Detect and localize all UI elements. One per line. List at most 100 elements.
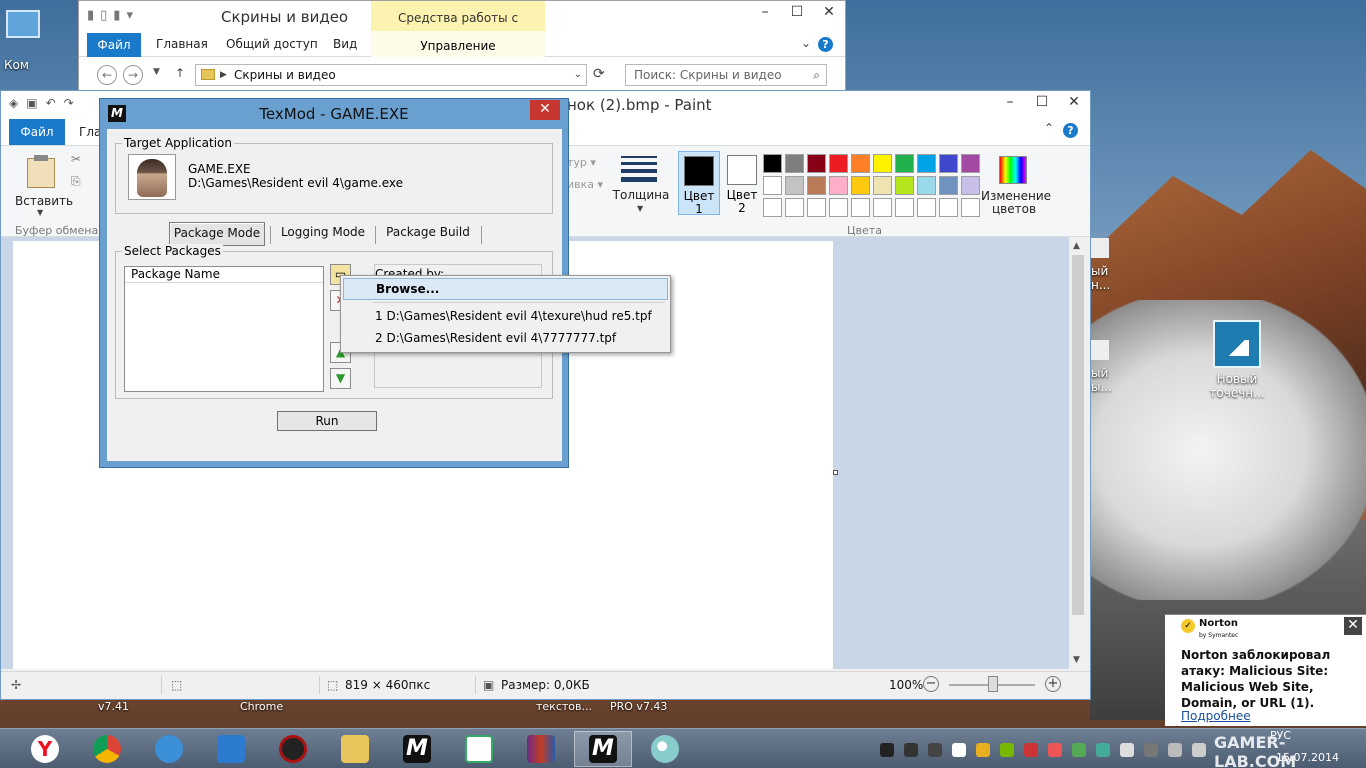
close-icon[interactable]: ✕ xyxy=(1344,617,1362,635)
color1-button[interactable]: Цвет 1 xyxy=(678,151,720,216)
chevron-down-icon[interactable]: ▼ xyxy=(37,208,43,217)
paste-button[interactable]: Вставить xyxy=(15,194,73,208)
taskbar-chrome[interactable] xyxy=(78,731,136,767)
forward-button[interactable]: → xyxy=(123,65,143,85)
palette-swatch[interactable] xyxy=(917,154,936,173)
palette-swatch[interactable] xyxy=(785,154,804,173)
desktop-icon-partial-2[interactable]: ый ы... xyxy=(1091,340,1112,394)
palette-swatch[interactable] xyxy=(873,198,892,217)
tab-view[interactable]: Вид xyxy=(333,37,357,51)
help-icon[interactable]: ? xyxy=(1063,123,1078,138)
palette-swatch[interactable] xyxy=(939,176,958,195)
stroke-width-icon[interactable] xyxy=(621,156,657,182)
tab-file[interactable]: Файл xyxy=(87,33,141,57)
taskbar-game[interactable] xyxy=(264,731,322,767)
palette-swatch[interactable] xyxy=(807,198,826,217)
maximize-button[interactable]: ☐ xyxy=(781,1,813,25)
package-name-header[interactable]: Package Name xyxy=(125,267,323,283)
palette-swatch[interactable] xyxy=(829,198,848,217)
menu-item-browse[interactable]: Browse... xyxy=(343,278,668,300)
tray-app-icon[interactable] xyxy=(880,743,894,757)
tab-file[interactable]: Файл xyxy=(9,119,65,145)
close-button[interactable]: ✕ xyxy=(1058,91,1090,115)
search-input[interactable]: Поиск: Скрины и видео ⌕ xyxy=(625,64,827,86)
taskbar-volume-app[interactable] xyxy=(140,731,198,767)
zoom-out-button[interactable]: − xyxy=(923,676,939,692)
stroke-width-button[interactable]: Толщина xyxy=(609,188,673,202)
network-icon[interactable] xyxy=(1168,743,1182,757)
palette-swatch[interactable] xyxy=(807,176,826,195)
taskbar-yandex[interactable]: Y xyxy=(16,731,74,767)
palette-swatch[interactable] xyxy=(939,198,958,217)
desktop-icon-partial-1[interactable]: ый н... xyxy=(1091,238,1110,292)
tray-app-icon[interactable] xyxy=(1024,743,1038,757)
palette-swatch[interactable] xyxy=(763,198,782,217)
close-button[interactable]: ✕ xyxy=(530,100,560,120)
chevron-down-icon[interactable]: ⌄ xyxy=(801,36,811,50)
help-icon[interactable]: ? xyxy=(818,37,833,52)
breadcrumb-arrow-icon[interactable]: ▶ xyxy=(220,65,227,85)
tab-share[interactable]: Общий доступ xyxy=(226,37,318,51)
palette-swatch[interactable] xyxy=(829,154,848,173)
palette-swatch[interactable] xyxy=(939,154,958,173)
palette-swatch[interactable] xyxy=(851,198,870,217)
recent-locations-dropdown[interactable]: ▼ xyxy=(153,67,160,77)
scroll-down-icon[interactable]: ▼ xyxy=(1073,655,1080,665)
taskbar-explorer[interactable] xyxy=(326,731,384,767)
outline-button[interactable]: тур ▾ xyxy=(567,156,596,169)
tray-app-icon[interactable] xyxy=(1072,743,1086,757)
game-avatar-icon[interactable] xyxy=(128,154,176,200)
package-list[interactable]: Package Name xyxy=(124,266,324,392)
palette-swatch[interactable] xyxy=(763,154,782,173)
refresh-icon[interactable]: ⟳ xyxy=(593,66,605,82)
color2-button[interactable]: Цвет 2 xyxy=(721,151,763,215)
palette-swatch[interactable] xyxy=(829,176,848,195)
taskbar-texmod[interactable]: M xyxy=(388,731,446,767)
tray-app-icon[interactable] xyxy=(1048,743,1062,757)
taskbar-mail[interactable] xyxy=(202,731,260,767)
close-button[interactable]: ✕ xyxy=(813,1,845,25)
tray-app-icon[interactable] xyxy=(904,743,918,757)
maximize-button[interactable]: ☐ xyxy=(1026,91,1058,115)
palette-swatch[interactable] xyxy=(961,154,980,173)
flag-icon[interactable] xyxy=(1120,743,1134,757)
address-input[interactable]: ▶ Скрины и видео ⌄ xyxy=(195,64,587,86)
tab-package-mode[interactable]: Package Mode xyxy=(169,222,265,246)
palette-swatch[interactable] xyxy=(895,154,914,173)
back-button[interactable]: ← xyxy=(97,65,117,85)
taskbar-texmod-active[interactable]: M xyxy=(574,731,632,767)
palette-swatch[interactable] xyxy=(785,176,804,195)
scroll-up-icon[interactable]: ▲ xyxy=(1073,241,1080,251)
tab-package-build[interactable]: Package Build xyxy=(378,222,478,246)
scrollbar-thumb[interactable] xyxy=(1072,255,1084,615)
paste-icon[interactable] xyxy=(27,155,55,188)
chevron-down-icon[interactable]: ⌄ xyxy=(574,65,582,85)
palette-swatch[interactable] xyxy=(873,176,892,195)
tab-manage[interactable]: Управление xyxy=(371,31,545,57)
palette-swatch[interactable] xyxy=(917,176,936,195)
edit-colors-icon[interactable] xyxy=(999,156,1027,184)
quick-access-toolbar-icons[interactable]: ▮▯▮▾ xyxy=(87,8,139,23)
vertical-scrollbar[interactable]: ▲ ▼ xyxy=(1069,237,1087,669)
search-icon[interactable]: ⌕ xyxy=(813,65,820,85)
tray-app-icon[interactable] xyxy=(1096,743,1110,757)
zoom-slider-thumb[interactable] xyxy=(988,676,998,692)
tray-app-icon[interactable] xyxy=(928,743,942,757)
tray-shield-icon[interactable] xyxy=(976,743,990,757)
cut-icon[interactable]: ✂ xyxy=(71,152,81,166)
palette-swatch[interactable] xyxy=(851,176,870,195)
fill-button[interactable]: ивка ▾ xyxy=(567,178,603,191)
copy-icon[interactable]: ⎘ xyxy=(71,174,81,189)
palette-swatch[interactable] xyxy=(961,198,980,217)
collapse-ribbon-icon[interactable]: ⌃ xyxy=(1044,121,1054,135)
zoom-in-button[interactable]: + xyxy=(1045,676,1061,692)
minimize-button[interactable]: – xyxy=(994,91,1026,115)
menu-item-recent-2[interactable]: 2 D:\Games\Resident evil 4\7777777.tpf xyxy=(343,328,668,350)
taskbar-paint[interactable] xyxy=(636,731,694,767)
chevron-down-icon[interactable]: ▼ xyxy=(637,204,643,213)
up-arrow-icon[interactable]: ↑ xyxy=(175,66,185,80)
volume-icon[interactable] xyxy=(1192,743,1206,757)
desktop-icon-computer[interactable]: Ком xyxy=(4,10,44,72)
taskbar-winrar[interactable] xyxy=(512,731,570,767)
palette-swatch[interactable] xyxy=(873,154,892,173)
